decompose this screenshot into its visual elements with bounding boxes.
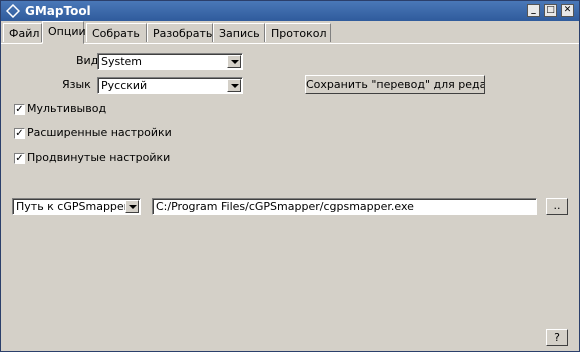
main-window: GMapTool _ □ ✕ Файл Опции Собрать Разобр… xyxy=(0,0,580,352)
chevron-down-icon[interactable] xyxy=(227,79,241,92)
minimize-button[interactable]: _ xyxy=(527,4,540,17)
tab-options[interactable]: Опции xyxy=(42,21,86,44)
close-button[interactable]: ✕ xyxy=(561,4,574,17)
maximize-button[interactable]: □ xyxy=(544,4,557,17)
view-select-value: System xyxy=(101,55,143,68)
view-select[interactable]: System xyxy=(97,53,243,70)
help-button[interactable]: ? xyxy=(546,329,568,346)
tab-bar: Файл Опции Собрать Разобрать Запись Прот… xyxy=(1,21,579,44)
path-input-value: C:/Program Files/cGPSmapper/cgpsmapper.e… xyxy=(156,200,414,213)
tab-build[interactable]: Собрать xyxy=(86,23,147,42)
browse-button[interactable]: .. xyxy=(546,198,568,215)
tab-split[interactable]: Разобрать xyxy=(147,23,213,42)
multioutput-checkbox[interactable]: ✓ xyxy=(14,104,25,115)
language-label: Язык xyxy=(62,78,91,91)
window-title: GMapTool xyxy=(25,4,91,18)
multioutput-label: Мультивывод xyxy=(27,102,107,115)
path-type-value: Путь к cGPSmapper.exe xyxy=(16,200,127,213)
advanced-settings-checkbox[interactable]: ✓ xyxy=(14,153,25,164)
advanced-settings-label: Продвинутые настройки xyxy=(27,151,171,164)
extended-settings-label: Расширенные настройки xyxy=(27,126,172,139)
tab-file[interactable]: Файл xyxy=(3,23,42,42)
chevron-down-icon[interactable] xyxy=(227,55,241,68)
chevron-down-icon[interactable] xyxy=(125,200,139,213)
path-input[interactable]: C:/Program Files/cGPSmapper/cgpsmapper.e… xyxy=(152,198,537,215)
view-label: Вид xyxy=(76,54,99,67)
extended-settings-checkbox[interactable]: ✓ xyxy=(14,128,25,139)
language-select-value: Русский xyxy=(101,79,148,92)
tab-log[interactable]: Протокол xyxy=(265,23,331,42)
title-bar: GMapTool _ □ ✕ xyxy=(1,1,579,21)
language-select[interactable]: Русский xyxy=(97,77,243,94)
path-type-select[interactable]: Путь к cGPSmapper.exe xyxy=(12,198,141,215)
tab-write[interactable]: Запись xyxy=(213,23,265,42)
app-diamond-icon xyxy=(6,4,20,18)
save-translation-button[interactable]: Сохранить "перевод" для редактирования xyxy=(305,75,485,94)
